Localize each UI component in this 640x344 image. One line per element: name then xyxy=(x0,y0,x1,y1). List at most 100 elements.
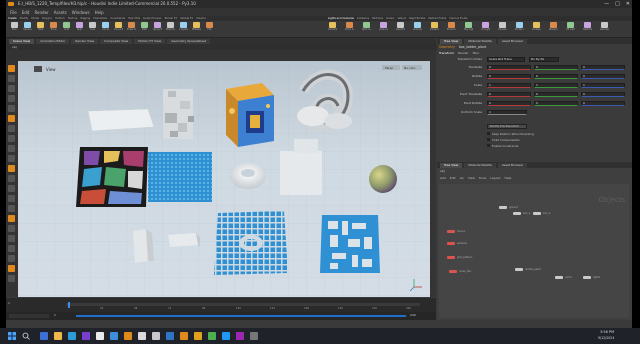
shelf-tool[interactable]: Null xyxy=(75,22,84,35)
view-camera-icon[interactable] xyxy=(34,66,42,72)
viewport-tool-icon[interactable] xyxy=(8,115,15,122)
node-body[interactable] xyxy=(447,230,455,233)
viewport-tool-icon[interactable] xyxy=(8,185,15,192)
node-body[interactable] xyxy=(499,206,507,209)
path-obj[interactable]: obj xyxy=(12,45,17,49)
param-value-field[interactable]: 0 xyxy=(487,65,531,70)
network-menu-item[interactable]: View xyxy=(468,176,475,180)
maximize-button[interactable]: □ xyxy=(615,0,620,8)
viewport-tool-icon[interactable] xyxy=(8,275,15,282)
node-body[interactable] xyxy=(515,268,523,271)
menu-assets[interactable]: Assets xyxy=(54,10,67,15)
viewport-tool-icon[interactable] xyxy=(8,165,15,172)
taskbar-app-icon[interactable] xyxy=(82,332,90,340)
viewport-tool-icon[interactable] xyxy=(8,65,15,72)
node-body[interactable] xyxy=(513,212,521,215)
shelf-tool[interactable]: Circle xyxy=(101,22,110,35)
tab-misc[interactable]: Misc xyxy=(473,51,480,55)
taskbar-app-icon[interactable] xyxy=(222,332,230,340)
param-value-field[interactable]: 0 xyxy=(581,101,625,106)
playback-controls[interactable] xyxy=(9,314,49,318)
viewport-tool-icon[interactable] xyxy=(8,195,15,202)
pane-tab[interactable]: Material Palette xyxy=(464,162,496,168)
cam-menu[interactable]: No cam xyxy=(404,66,416,70)
torus-object[interactable] xyxy=(230,163,266,189)
maze-tile-object[interactable] xyxy=(320,215,380,273)
viewport-tool-icon[interactable] xyxy=(8,95,15,102)
node-body[interactable] xyxy=(555,276,563,279)
param-value-field[interactable]: 0 xyxy=(581,92,625,97)
checkbox-row[interactable]: Child Compensation xyxy=(487,138,520,142)
menu-help[interactable]: Help xyxy=(95,10,104,15)
network-path[interactable]: obj xyxy=(440,169,445,173)
network-editor[interactable]: obj Add Edit Go View Tools Layout Help Objects… xyxy=(437,168,632,320)
viewport-tool-icon[interactable] xyxy=(8,255,15,262)
light-tool[interactable]: Ambient Light xyxy=(532,22,541,35)
taskbar-app-icon[interactable] xyxy=(166,332,174,340)
checkbox-row[interactable]: Keep Position When Parenting xyxy=(487,132,534,136)
pane-tab[interactable]: Animation Editor xyxy=(36,38,70,44)
node-name-field[interactable]: box_ladder_plant xyxy=(459,45,486,49)
light-tool[interactable]: Caustic Light xyxy=(498,22,507,35)
rotate-order-menu[interactable]: Rx Ry Rz xyxy=(529,57,559,62)
param-value-field[interactable]: 0 xyxy=(534,65,578,70)
viewport-tool-icon[interactable] xyxy=(8,235,15,242)
light-tool[interactable]: Environment Light xyxy=(447,22,456,35)
viewport-tool-icon[interactable] xyxy=(8,145,15,152)
light-tool[interactable]: Area Light xyxy=(379,22,388,35)
network-menu-item[interactable]: Edit xyxy=(450,176,456,180)
stained-glass-tile[interactable] xyxy=(76,147,148,207)
tab-transform[interactable]: Transform xyxy=(439,51,454,55)
light-tool[interactable]: Portal Light xyxy=(515,22,524,35)
shelf-tool[interactable]: Torus xyxy=(49,22,58,35)
pane-tab[interactable]: Render View xyxy=(71,38,99,44)
shelf-tool[interactable]: Box xyxy=(10,22,19,35)
shelf-tool[interactable]: File xyxy=(205,22,214,35)
shelf-tool[interactable]: Spray Paint xyxy=(153,22,162,35)
light-tool[interactable]: Spot Light xyxy=(362,22,371,35)
shelf-tool[interactable]: L-System xyxy=(179,22,188,35)
viewport-tool-icon[interactable] xyxy=(8,215,15,222)
ladder-plant-object[interactable] xyxy=(214,211,288,275)
shelf-tool[interactable]: Platonic Solids xyxy=(166,22,175,35)
persp-menu[interactable]: Persp xyxy=(385,66,393,70)
slab-object[interactable] xyxy=(87,108,155,132)
pane-tab[interactable]: Motion FX View xyxy=(134,38,166,44)
param-value-field[interactable]: 1 xyxy=(534,83,578,88)
taskbar-app-icon[interactable] xyxy=(124,332,132,340)
taskbar-app-icon[interactable] xyxy=(110,332,118,340)
frame-range-slider[interactable] xyxy=(76,315,406,317)
param-value-field[interactable]: 1 xyxy=(487,110,527,115)
param-value-field[interactable]: 1 xyxy=(581,83,625,88)
noise-tile-object[interactable] xyxy=(148,152,212,202)
close-button[interactable]: ✕ xyxy=(626,0,630,8)
taskbar-app-icon[interactable] xyxy=(40,332,48,340)
light-tool[interactable]: Geometry Light xyxy=(396,22,405,35)
param-value-field[interactable]: 0 xyxy=(487,74,531,79)
viewport-tool-icon[interactable] xyxy=(8,85,15,92)
viewport-tool-icon[interactable] xyxy=(8,105,15,112)
menu-render[interactable]: Render xyxy=(34,10,48,15)
pane-tab[interactable]: Asset Browser xyxy=(497,162,528,168)
node-body[interactable] xyxy=(533,212,541,215)
taskbar-app-icon[interactable] xyxy=(194,332,202,340)
node-body[interactable] xyxy=(447,256,455,259)
search-icon[interactable] xyxy=(22,332,30,340)
viewport-tool-icon[interactable] xyxy=(8,225,15,232)
light-tool[interactable]: Camera xyxy=(328,22,337,35)
viewport-tool-icon[interactable] xyxy=(8,205,15,212)
timeline-track[interactable] xyxy=(66,303,420,306)
sphere-object[interactable] xyxy=(369,165,397,193)
pane-tab[interactable]: Material Palette xyxy=(464,38,496,44)
shelf-tool[interactable]: Sphere xyxy=(23,22,32,35)
viewport-tool-icon[interactable] xyxy=(8,155,15,162)
viewport-tool-icon[interactable] xyxy=(8,125,15,132)
fractal-object[interactable] xyxy=(163,89,194,139)
viewport-tool-icon[interactable] xyxy=(8,135,15,142)
network-menu-item[interactable]: Go xyxy=(460,176,464,180)
timeline[interactable]: 1 24 48 72 96 120 144 168 192 216 240 xyxy=(6,298,436,312)
param-value-field[interactable]: 1 xyxy=(487,83,531,88)
frame-start[interactable]: 1 xyxy=(8,301,10,305)
taskbar-app-icon[interactable] xyxy=(180,332,188,340)
light-tool[interactable]: Switcher xyxy=(583,22,592,35)
